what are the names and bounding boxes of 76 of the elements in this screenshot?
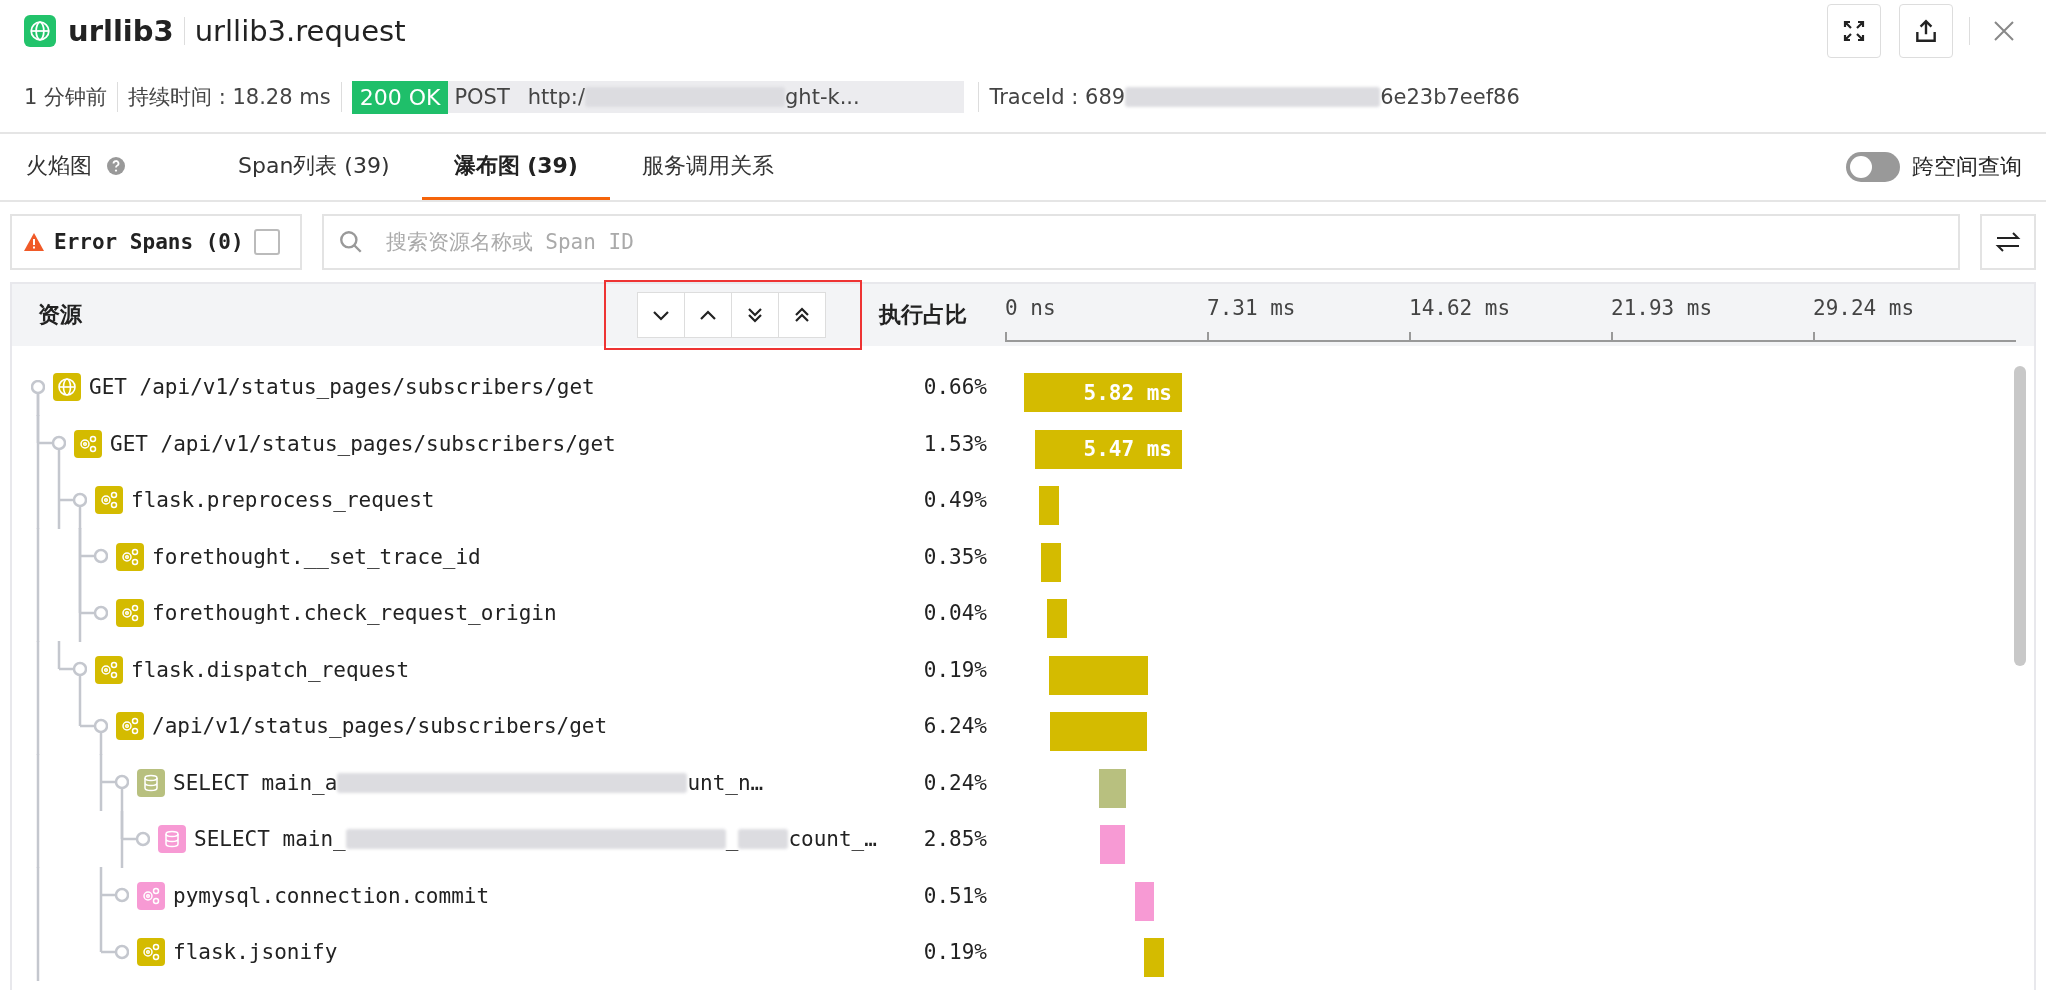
axis-tick-label: 7.31 ms <box>1207 296 1296 320</box>
trace-id: TraceId : 689 <box>989 85 1126 109</box>
execution-percent: 1.53% <box>922 431 987 456</box>
http-method: POST <box>454 85 510 109</box>
view-tab[interactable]: 服务调用关系 <box>609 134 806 200</box>
span-bar[interactable] <box>1046 599 1067 638</box>
fullscreen-button[interactable] <box>1827 4 1881 58</box>
column-header: 资源 <box>37 301 83 329</box>
double-chevron-up-icon <box>793 306 811 324</box>
scrollbar[interactable] <box>2014 366 2026 666</box>
time-ago: 1 分钟前 <box>24 84 108 111</box>
checkbox[interactable] <box>253 229 280 255</box>
span-bar[interactable] <box>1049 712 1147 751</box>
duration-text: 持续时间 : 18.28 ms <box>128 84 331 111</box>
trace-id: 6e23b7eef86 <box>1380 85 1520 109</box>
collapse-all-button[interactable] <box>778 292 826 338</box>
help-icon <box>106 155 126 176</box>
swap-icon <box>1995 231 2021 253</box>
axis-tick-label: 0 ns <box>1005 296 1056 320</box>
search-field[interactable]: 搜索资源名称或 Span ID <box>321 214 1960 270</box>
url-text: ght-k... <box>785 85 860 109</box>
span-bar[interactable] <box>1048 655 1149 695</box>
next-button[interactable] <box>637 292 685 338</box>
chevron-down-icon <box>652 309 670 321</box>
execution-percent: 0.19% <box>922 657 987 682</box>
upload-icon <box>1913 18 1939 44</box>
span-name[interactable]: forethought.check_request_origin <box>152 601 557 626</box>
span-name[interactable]: GET /api/v1/status_pages/subscribers/get <box>110 431 616 456</box>
url-text: http:/ <box>527 85 586 109</box>
execution-percent: 0.49% <box>922 488 987 513</box>
fullscreen-icon <box>1842 19 1866 43</box>
span-bar[interactable] <box>1041 542 1061 582</box>
operation-name: urllib3.request <box>194 14 406 48</box>
axis-tick-label: 14.62 ms <box>1409 296 1511 320</box>
execution-percent: 0.51% <box>922 883 987 908</box>
execution-percent: 0.66% <box>922 375 987 400</box>
swap-button[interactable] <box>1980 214 2036 270</box>
warning-icon <box>24 233 44 251</box>
span-name[interactable]: flask.dispatch_request <box>131 657 410 682</box>
execution-percent: 0.35% <box>922 544 987 569</box>
execution-percent: 0.19% <box>922 940 987 965</box>
chevron-up-icon <box>699 309 717 321</box>
search-icon <box>337 229 364 255</box>
view-tab[interactable]: 火焰图 <box>26 134 206 200</box>
filter-label: Error Spans (0) <box>54 230 244 254</box>
span-name[interactable]: flask.jsonify <box>173 940 338 965</box>
service-name: urllib3 <box>68 14 174 48</box>
double-chevron-down-icon <box>746 306 764 324</box>
globe-icon <box>24 15 56 47</box>
execution-percent: 0.24% <box>922 770 987 795</box>
span-bar[interactable] <box>1039 486 1060 525</box>
status-badge: 200 OK <box>351 80 449 114</box>
span-name[interactable]: GET /api/v1/status_pages/subscribers/get <box>89 375 595 400</box>
span-name[interactable]: SELECT main_ _ count_… <box>194 827 877 852</box>
execution-percent: 0.04% <box>922 601 987 626</box>
span-name[interactable]: flask.preprocess_request <box>131 488 435 513</box>
expand-all-button[interactable] <box>731 292 779 338</box>
span-name[interactable]: /api/v1/status_pages/subscribers/get <box>152 714 608 739</box>
span-bar[interactable] <box>1134 881 1154 921</box>
span-bar[interactable] <box>1144 938 1164 977</box>
view-tab[interactable]: 瀑布图 (39) <box>421 134 610 200</box>
span-name[interactable]: pymysql.connection.commit <box>173 883 490 908</box>
toggle-label: 跨空间查询 <box>1912 153 2022 181</box>
close-icon <box>1992 19 2016 43</box>
toggle-switch[interactable] <box>1846 152 1900 182</box>
span-name[interactable]: SELECT main_a unt_n… <box>173 770 764 795</box>
span-name[interactable]: forethought.__set_trace_id <box>152 544 481 569</box>
column-header: 执行占比 <box>877 301 967 329</box>
axis-tick-label: 29.24 ms <box>1813 296 1915 320</box>
span-bar[interactable] <box>1099 825 1125 864</box>
span-bar[interactable] <box>1098 768 1127 808</box>
view-tab[interactable]: Span列表 (39) <box>206 134 422 200</box>
execution-percent: 2.85% <box>922 827 987 852</box>
axis-tick-label: 21.93 ms <box>1611 296 1713 320</box>
share-button[interactable] <box>1899 4 1953 58</box>
execution-percent: 6.24% <box>922 714 987 739</box>
